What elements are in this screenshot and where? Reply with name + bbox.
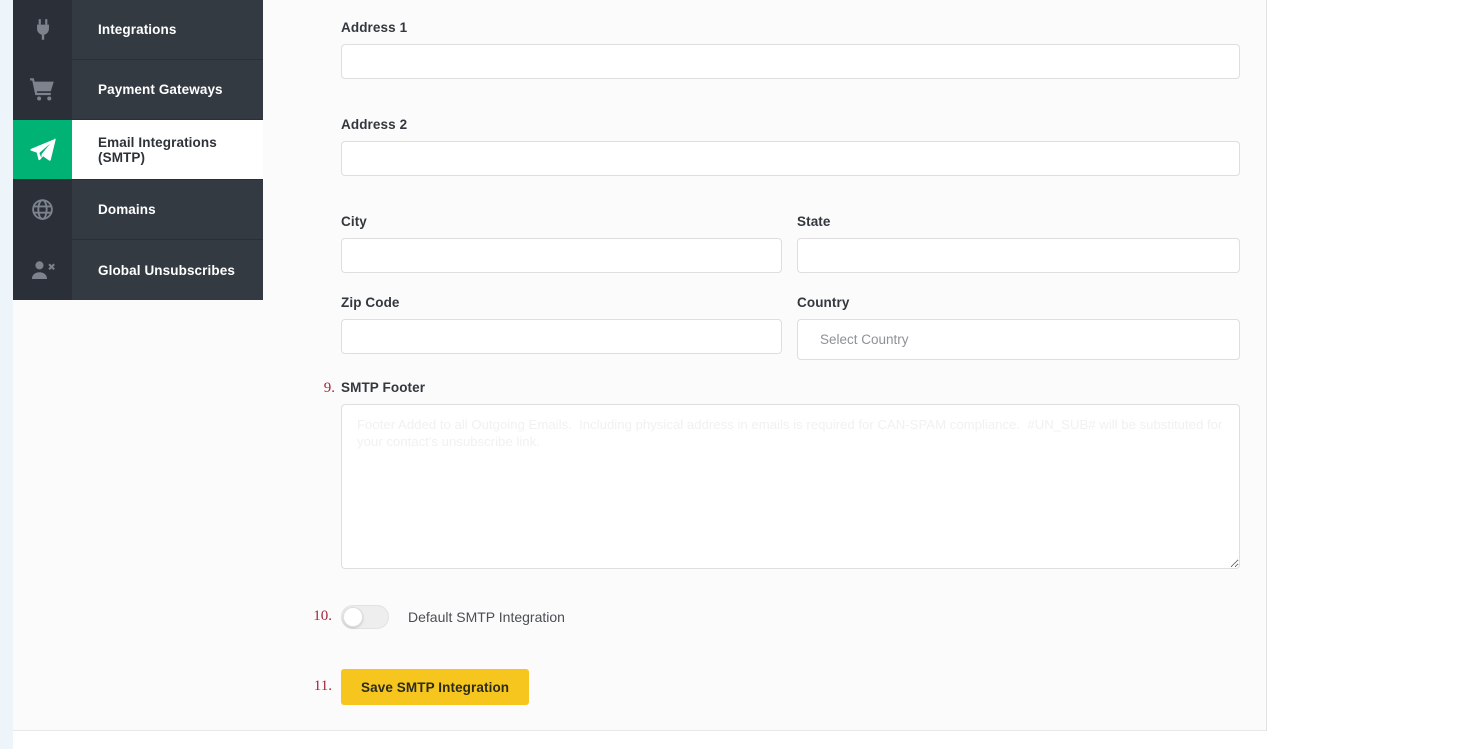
address1-field-group: Address 1 [341, 20, 1240, 79]
smtp-footer-label: SMTP Footer [341, 380, 426, 395]
state-field-group: State [797, 214, 1240, 273]
address1-input[interactable] [341, 44, 1240, 79]
step-number-9: 9. [323, 380, 335, 396]
sidebar-item-label: Domains [72, 180, 263, 239]
smtp-footer-textarea[interactable] [341, 404, 1240, 569]
globe-icon [13, 180, 72, 239]
state-label: State [797, 214, 831, 229]
city-field-group: City [341, 214, 782, 273]
sidebar-item-label: Integrations [72, 0, 263, 59]
step-number-10: 10. [313, 608, 332, 624]
default-smtp-toggle-label: Default SMTP Integration [408, 609, 565, 625]
step-number-11: 11. [313, 678, 332, 694]
sidebar-item-label: Global Unsubscribes [72, 240, 263, 300]
city-input[interactable] [341, 238, 782, 273]
settings-sidebar: Integrations Payment Gateways Email Inte… [13, 0, 263, 300]
zip-field-group: Zip Code [341, 295, 782, 354]
toggle-knob [343, 607, 363, 627]
address2-input[interactable] [341, 141, 1240, 176]
plug-icon [13, 0, 72, 59]
sidebar-item-label: Payment Gateways [72, 60, 263, 119]
address2-field-group: Address 2 [341, 117, 1240, 176]
smtp-footer-field-group: SMTP Footer [341, 380, 1240, 569]
city-label: City [341, 214, 367, 229]
sidebar-item-label: Email Integrations (SMTP) [72, 120, 263, 179]
sidebar-item-email-integrations-smtp[interactable]: Email Integrations (SMTP) [13, 120, 263, 180]
country-field-group: Country [797, 295, 1240, 360]
address1-label: Address 1 [341, 20, 408, 35]
user-remove-icon [13, 240, 72, 300]
zip-code-input[interactable] [341, 319, 782, 354]
default-smtp-toggle[interactable] [341, 605, 389, 629]
sidebar-item-payment-gateways[interactable]: Payment Gateways [13, 60, 263, 120]
left-edge-strip [0, 0, 13, 749]
sidebar-item-global-unsubscribes[interactable]: Global Unsubscribes [13, 240, 263, 300]
sidebar-item-domains[interactable]: Domains [13, 180, 263, 240]
sidebar-item-integrations[interactable]: Integrations [13, 0, 263, 60]
paper-plane-icon [13, 120, 72, 179]
page-root: Integrations Payment Gateways Email Inte… [0, 0, 1469, 749]
default-smtp-toggle-row: Default SMTP Integration [341, 605, 565, 629]
shopping-cart-icon [13, 60, 72, 119]
country-label: Country [797, 295, 850, 310]
state-input[interactable] [797, 238, 1240, 273]
address2-label: Address 2 [341, 117, 408, 132]
save-smtp-integration-button[interactable]: Save SMTP Integration [341, 669, 530, 705]
zip-code-label: Zip Code [341, 295, 400, 310]
outer-right-area [1267, 0, 1469, 749]
country-select[interactable] [797, 319, 1240, 360]
